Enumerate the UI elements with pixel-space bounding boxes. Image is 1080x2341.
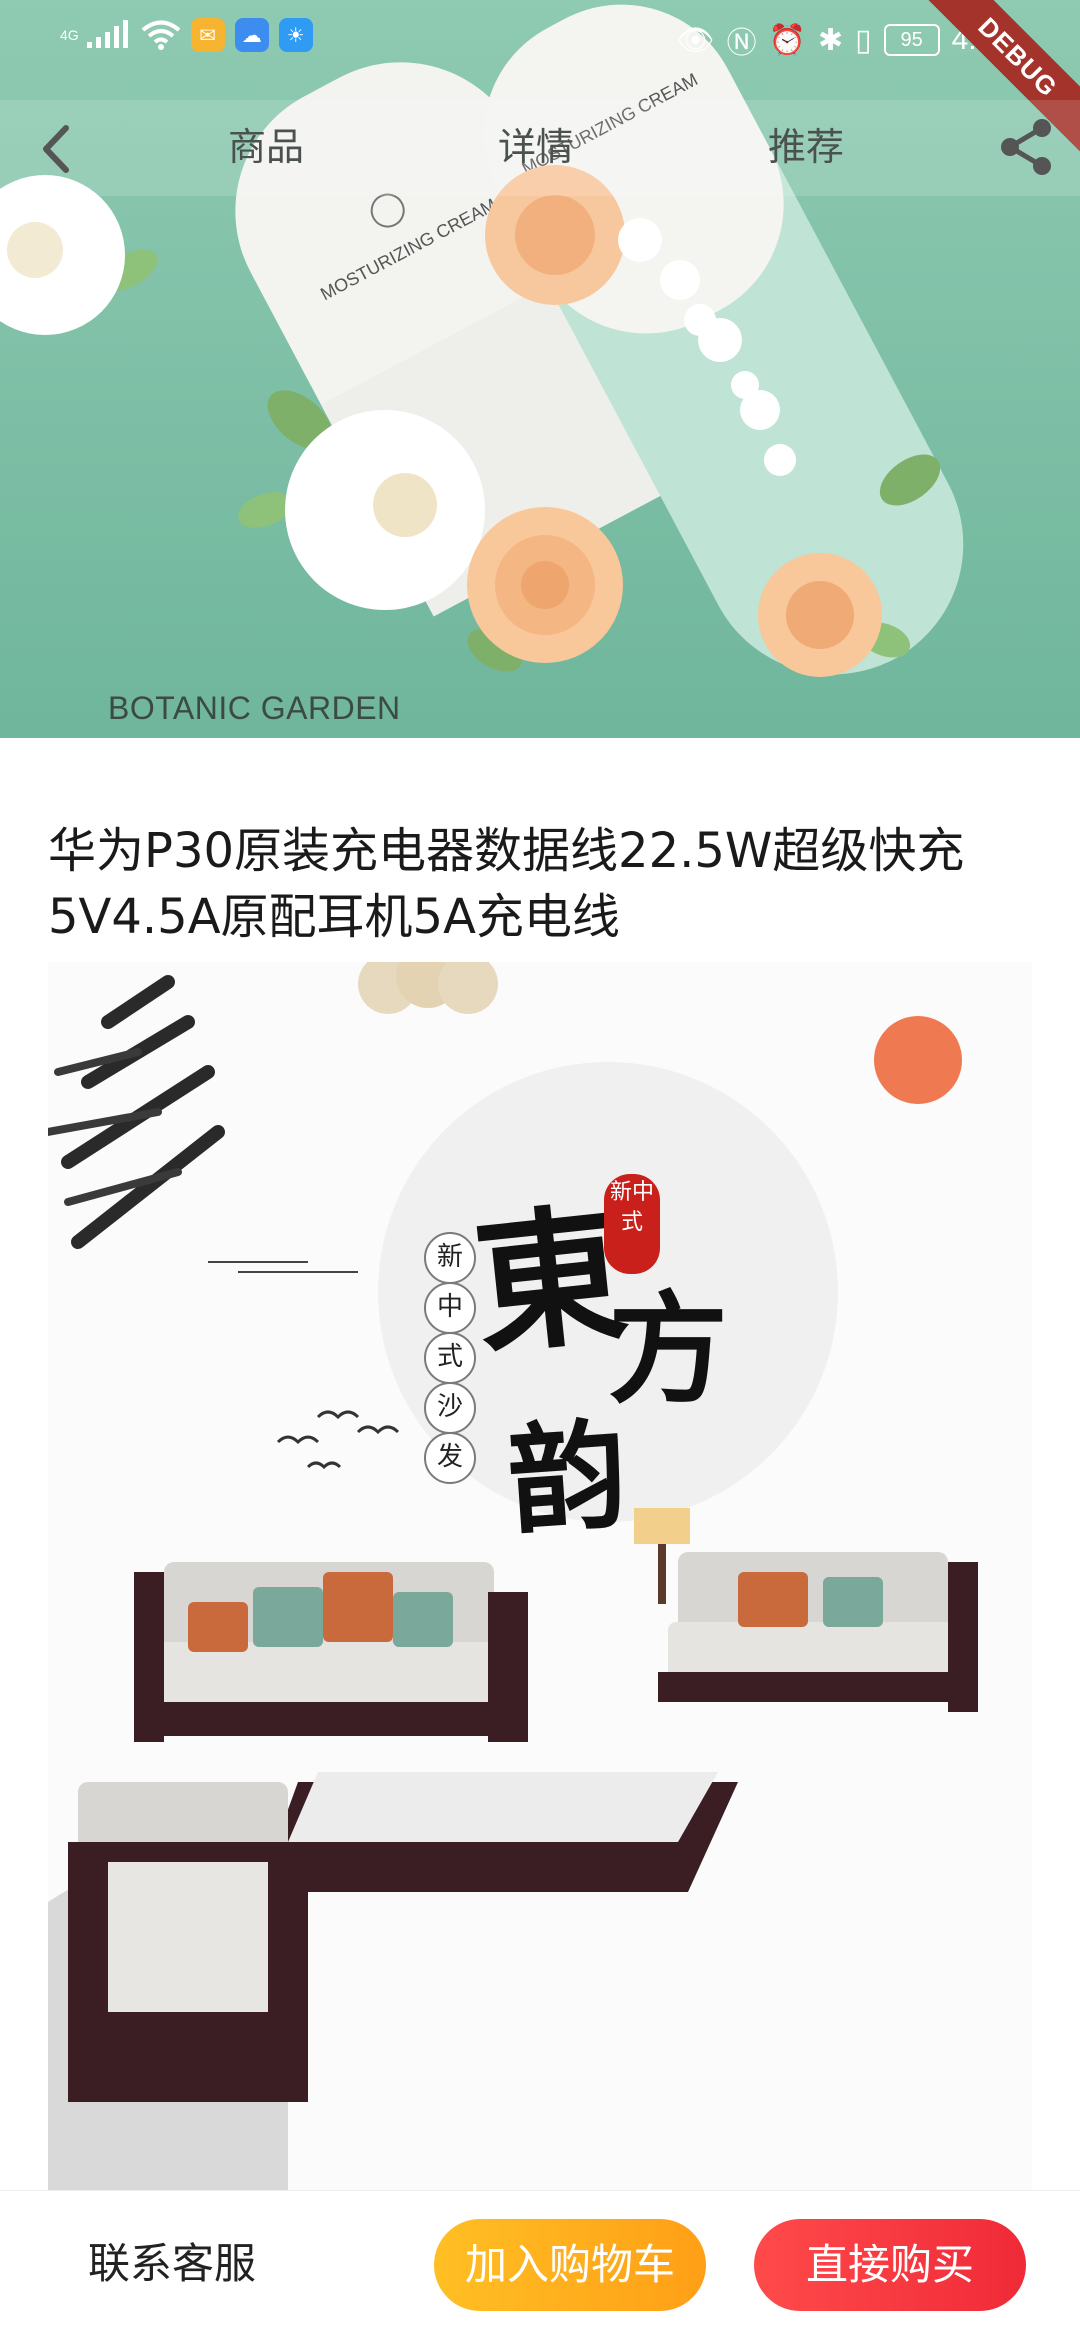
vertical-char-4: 沙 [424,1382,476,1434]
status-bar: 4G ✉ ☁ ☀ 👁 Ⓝ ⏰ ✱ ▯ 95 4:47 [0,0,1080,72]
red-seal-stamp: 新中式 [604,1174,660,1274]
detail-illustration [48,962,978,2190]
tab-detail[interactable]: 详情 [498,114,574,180]
vertical-char-1: 新 [424,1232,476,1284]
network-type: 4G [60,27,79,43]
calligraphy-char-3: 韵 [503,1404,632,1551]
back-button[interactable] [22,114,92,184]
bluetooth-icon: ✱ [817,23,844,57]
add-to-cart-button[interactable]: 加入购物车 [434,2219,706,2311]
product-title: 华为P30原装充电器数据线22.5W超级快充5V4.5A原配耳机5A充电线 [48,823,965,945]
calligraphy-char-2: 方 [608,1279,728,1420]
share-button[interactable] [992,112,1062,182]
vertical-char-5: 发 [424,1432,476,1484]
mail-app-icon: ✉ [190,18,225,52]
share-icon [1001,119,1051,175]
weather-app-icon: ☀ [278,18,313,52]
cloud-app-icon: ☁ [234,18,269,52]
chevron-left-icon [43,125,69,173]
tab-goods[interactable]: 商品 [228,114,304,180]
tab-recommend[interactable]: 推荐 [768,114,844,180]
bottom-action-bar: 联系客服 加入购物车 直接购买 [0,2190,1080,2341]
top-nav-bar: 商品 详情 推荐 [0,100,1080,196]
vertical-char-2: 中 [424,1282,476,1334]
hero-brand-text: BOTANIC GARDEN [108,690,401,726]
nfc-icon: Ⓝ [726,27,757,60]
buy-now-button[interactable]: 直接购买 [754,2219,1026,2311]
signal-icon [86,20,128,48]
battery-icon: 95 [883,24,940,56]
contact-service-button[interactable]: 联系客服 [88,2229,256,2299]
vibrate-icon: ▯ [855,23,872,57]
product-detail-image: 東 方 韵 新中式 新 中 式 沙 发 [48,962,1032,2190]
alarm-icon: ⏰ [768,23,806,57]
wifi-icon [141,20,180,50]
vertical-char-3: 式 [424,1332,476,1384]
eye-icon: 👁 [676,23,715,57]
